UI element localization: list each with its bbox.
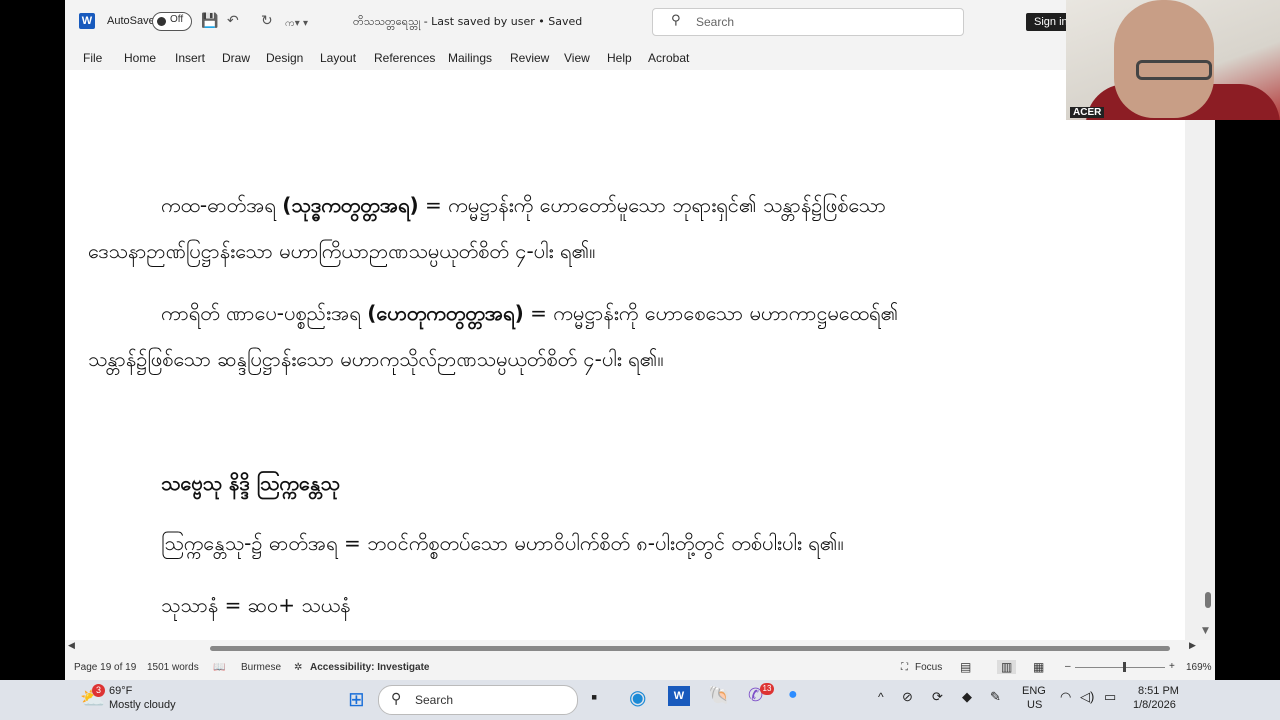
toggle-knob [157, 17, 166, 26]
taskbar-search-label: Search [415, 693, 454, 707]
zoom-level[interactable]: 169% [1186, 662, 1212, 673]
text-run: ကာရိတ် ဏာပေ-ပစ္စည်းအရ [161, 301, 361, 325]
autosave-label: AutoSave [107, 15, 155, 27]
file-explorer-icon[interactable]: ▪ [591, 687, 597, 708]
web-layout-icon[interactable]: ▦ [1033, 660, 1044, 674]
word-count[interactable]: 1501 words [147, 662, 199, 673]
tab-draw[interactable]: Draw [222, 51, 250, 65]
bold-term: (ဟေတုကတွတ္တအရ) [367, 301, 524, 325]
horizontal-scroll-thumb[interactable] [210, 646, 1170, 651]
vertical-scrollbar[interactable]: ▼ [1185, 70, 1215, 640]
paragraph-4: သုသာနံ = ဆ၀+ သယနံ [161, 593, 351, 617]
accessibility-status[interactable]: Accessibility: Investigate [310, 662, 430, 673]
accessibility-icon[interactable]: ✲ [294, 662, 302, 673]
focus-button[interactable]: Focus [915, 662, 942, 673]
proofing-icon[interactable]: 📖 [213, 662, 225, 673]
document-page[interactable]: ကထ-ဓာတ်အရ (သုဒ္ဓကတွတ္တအရ) = ကမ္မဋ္ဌာန်းက… [65, 70, 1185, 640]
title-bar: W AutoSave Off 💾 ↶ ↻ က▾ ▾ တိသသတ္တရေသ္တု … [65, 0, 1215, 44]
word-window: W AutoSave Off 💾 ↶ ↻ က▾ ▾ တိသသတ္တရေသ္တု … [65, 0, 1215, 680]
tab-references[interactable]: References [374, 51, 435, 65]
text-run: = ကမ္မဋ္ဌာန်းကို ဟောစေသော မဟာကာဋ္ဌမထေရ်၏ [530, 301, 899, 325]
print-layout-icon[interactable]: ▥ [997, 660, 1017, 674]
paragraph-1-line-2: ဒေသနာဉာဏ်ပြဋ္ဌာန်းသော မဟာကြိယာဉာဏသမ္ပယုတ… [88, 239, 596, 263]
tab-file[interactable]: File [83, 51, 102, 65]
document-area: ကထ-ဓာတ်အရ (သုဒ္ဓကတွတ္တအရ) = ကမ္မဋ္ဌာန်းက… [65, 70, 1215, 640]
zoom-slider-thumb[interactable] [1123, 662, 1126, 672]
tray-icon-4[interactable]: ✎ [990, 689, 1001, 705]
paragraph-3: သြက္ကန္တေသု-၌ ဓာတ်အရ = ဘဝင်ကိစ္စတပ်သော မ… [161, 531, 844, 555]
paragraph-2-line-2: သန္တာန်၌ဖြစ်သော ဆန္ဒပြဋ္ဌာန်းသော မဟာကုသိ… [88, 347, 664, 371]
save-icon[interactable]: 💾 [201, 13, 218, 29]
tab-home[interactable]: Home [124, 51, 156, 65]
volume-icon[interactable]: ◁) [1080, 689, 1094, 705]
autosave-toggle[interactable]: Off [152, 12, 192, 31]
zoom-out-icon[interactable]: – [1065, 661, 1071, 672]
clock-time[interactable]: 8:51 PM [1138, 685, 1179, 697]
search-placeholder: Search [696, 15, 735, 29]
text-run: ကထ-ဓာတ်အရ [161, 193, 276, 217]
focus-icon[interactable]: ⛶ [901, 662, 908, 673]
start-icon[interactable]: ⊞ [348, 687, 365, 712]
section-heading: သဗ္ဗေသု နိဒ္ဒိ သြက္ကန္တေသု [161, 471, 340, 495]
tab-review[interactable]: Review [510, 51, 549, 65]
horizontal-scrollbar[interactable]: ◀ ▶ [65, 640, 1215, 656]
autosave-state: Off [170, 14, 184, 25]
chevron-up-icon[interactable]: ^ [878, 690, 884, 704]
presenter-head [1114, 0, 1214, 118]
language-indicator[interactable]: Burmese [241, 662, 281, 673]
vertical-scroll-thumb[interactable] [1205, 592, 1211, 608]
text-run: = ကမ္မဋ္ဌာန်းကို ဟောတော်မူသော ဘုရားရှင်၏… [425, 193, 887, 217]
battery-icon[interactable]: ▭ [1104, 689, 1116, 705]
paragraph-1-line-1: ကထ-ဓာတ်အရ (သုဒ္ဓကတွတ္တအရ) = ကမ္မဋ္ဌာန်းက… [161, 192, 886, 222]
scroll-left-arrow-icon[interactable]: ◀ [68, 641, 75, 651]
language-code[interactable]: ENG [1022, 685, 1046, 697]
redo-icon[interactable]: ↻ [261, 13, 273, 29]
weather-notification-badge: 3 [92, 684, 105, 697]
tray-icon-1[interactable]: ⊘ [902, 689, 913, 705]
word-logo-icon: W [79, 13, 95, 29]
undo-icon[interactable]: ↶ [227, 13, 239, 29]
tab-view[interactable]: View [564, 51, 590, 65]
search-icon: ⚲ [391, 691, 402, 707]
weather-temp[interactable]: 69°F [109, 685, 132, 697]
viber-badge: 13 [760, 683, 774, 695]
clock-date[interactable]: 1/8/2026 [1133, 699, 1176, 711]
weather-text[interactable]: Mostly cloudy [109, 699, 176, 711]
tab-insert[interactable]: Insert [175, 51, 205, 65]
ribbon-tabs: File Home Insert Draw Design Layout Refe… [65, 44, 1215, 70]
tab-help[interactable]: Help [607, 51, 632, 65]
scroll-down-arrow-icon[interactable]: ▼ [1202, 626, 1209, 636]
word-taskbar-icon[interactable]: W [668, 686, 690, 706]
read-mode-icon[interactable]: ▤ [960, 660, 971, 674]
edge-icon[interactable]: ◉ [629, 685, 646, 710]
search-box[interactable]: ⚲ Search [652, 8, 964, 36]
region-code[interactable]: US [1027, 699, 1042, 711]
taskbar: ⛅ 69°F Mostly cloudy ⊞ ▪ ◉ W 🐚 ✆ ● ^ ⊘ ⟳… [0, 680, 1280, 720]
tab-layout[interactable]: Layout [320, 51, 356, 65]
tab-acrobat[interactable]: Acrobat [648, 51, 689, 65]
scroll-right-arrow-icon[interactable]: ▶ [1189, 641, 1196, 651]
bold-term: (သုဒ္ဓကတွတ္တအရ) [282, 193, 419, 217]
presenter-glasses [1136, 60, 1212, 80]
tab-mailings[interactable]: Mailings [448, 51, 492, 65]
page-count[interactable]: Page 19 of 19 [74, 662, 136, 673]
webcam-overlay: ACER [1066, 0, 1280, 120]
taskbar-search[interactable]: ⚲ Search [378, 685, 578, 715]
tab-design[interactable]: Design [266, 51, 303, 65]
search-icon: ⚲ [671, 13, 681, 28]
zoom-app-icon[interactable]: ● [788, 686, 798, 704]
status-bar: Page 19 of 19 1501 words 📖 Burmese ✲ Acc… [65, 656, 1215, 680]
app-icon[interactable]: 🐚 [708, 685, 730, 706]
wifi-icon[interactable]: ◠ [1060, 689, 1071, 705]
tray-icon-2[interactable]: ⟳ [932, 689, 943, 705]
tray-icon-3[interactable]: ◆ [962, 689, 972, 705]
customize-icon[interactable]: က▾ ▾ [285, 16, 308, 31]
paragraph-2-line-1: ကာရိတ် ဏာပေ-ပစ္စည်းအရ (ဟေတုကတွတ္တအရ) = က… [161, 300, 898, 330]
zoom-slider[interactable] [1075, 667, 1165, 668]
zoom-in-icon[interactable]: + [1169, 661, 1175, 672]
webcam-label: ACER [1070, 107, 1105, 118]
document-title[interactable]: တိသသတ္တရေသ္တု - Last saved by user • Sav… [353, 15, 582, 31]
